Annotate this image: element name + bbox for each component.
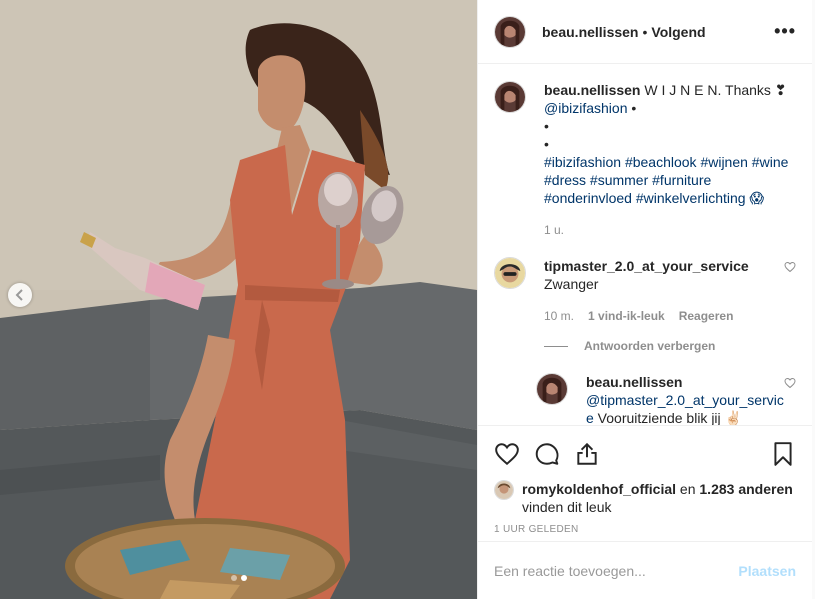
share-icon[interactable]	[574, 441, 600, 467]
comment: tipmaster_2.0_at_your_service Zwanger 10…	[494, 257, 796, 325]
caption-time[interactable]: 1 u.	[544, 221, 564, 239]
caption-mention[interactable]: @ibizifashion	[544, 100, 627, 116]
likes-label: vinden dit leuk	[522, 499, 612, 515]
commenter-username[interactable]: tipmaster_2.0_at_your_service	[544, 258, 749, 274]
add-comment-bar: Plaatsen	[478, 541, 812, 599]
comment-text: Zwanger	[544, 276, 599, 292]
post-photo[interactable]	[0, 0, 477, 599]
likes-count[interactable]: 1.283 anderen	[699, 481, 792, 497]
post-header: beau.nellissen • Volgend •••	[478, 0, 812, 64]
header-separator: •	[642, 23, 648, 40]
likes-summary: romykoldenhof_official en 1.283 anderen …	[494, 480, 796, 516]
caption-bullet: •	[544, 136, 549, 152]
comment-icon[interactable]	[534, 441, 560, 467]
carousel-dot-active	[240, 575, 247, 581]
comment-like-count[interactable]: 1 vind-ik-leuk	[588, 307, 665, 325]
caption: beau.nellissen W I J N E N. Thanks ❣ @ib…	[494, 81, 796, 239]
reply-avatar[interactable]	[536, 373, 568, 405]
photo-scene	[0, 0, 477, 599]
likes-and: en	[676, 481, 700, 497]
hide-replies-label: Antwoorden verbergen	[584, 339, 716, 353]
comments-section: beau.nellissen W I J N E N. Thanks ❣ @ib…	[478, 65, 812, 425]
divider	[544, 345, 568, 347]
post-actions: romykoldenhof_official en 1.283 anderen …	[478, 425, 812, 535]
post-timestamp[interactable]: 1 UUR GELEDEN	[494, 524, 796, 535]
reply-heart-icon[interactable]	[784, 377, 796, 389]
comment-input[interactable]	[494, 562, 739, 579]
post-panel: beau.nellissen • Volgend ••• beau.nellis…	[477, 0, 812, 599]
comment-time[interactable]: 10 m.	[544, 307, 574, 325]
caption-text: W I J N E N. Thanks ❣	[644, 82, 787, 98]
heart-icon[interactable]	[494, 441, 520, 467]
liker-username[interactable]: romykoldenhof_official	[522, 481, 676, 497]
hide-replies-button[interactable]: Antwoorden verbergen	[544, 339, 796, 353]
carousel-dot	[230, 575, 237, 581]
caption-bullet: •	[544, 118, 549, 134]
author-avatar[interactable]	[494, 15, 526, 48]
follow-status-button[interactable]: Volgend	[651, 24, 705, 40]
reply-text: Vooruitziende blik jij ✌🏻	[593, 410, 742, 425]
previous-image-button[interactable]	[8, 283, 32, 307]
ellipsis-icon[interactable]: •••	[774, 21, 796, 42]
reply-username[interactable]: beau.nellissen	[586, 374, 682, 390]
caption-hashtags[interactable]: #ibizifashion #beachlook #wijnen #wine #…	[544, 153, 796, 207]
carousel-indicator	[0, 575, 477, 581]
author-username[interactable]: beau.nellissen	[542, 24, 638, 40]
post-comment-button[interactable]: Plaatsen	[738, 563, 796, 579]
comment-heart-icon[interactable]	[784, 261, 796, 273]
caption-username[interactable]: beau.nellissen	[544, 82, 640, 98]
reply-button[interactable]: Reageren	[679, 307, 734, 325]
chevron-left-icon	[15, 289, 23, 301]
liker-avatar[interactable]	[494, 480, 514, 500]
commenter-avatar[interactable]	[494, 257, 526, 289]
caption-mention-suffix: •	[627, 100, 637, 116]
bookmark-icon[interactable]	[770, 441, 796, 467]
reply: beau.nellissen @tipmaster_2.0_at_your_se…	[536, 373, 796, 425]
caption-avatar[interactable]	[494, 81, 526, 113]
